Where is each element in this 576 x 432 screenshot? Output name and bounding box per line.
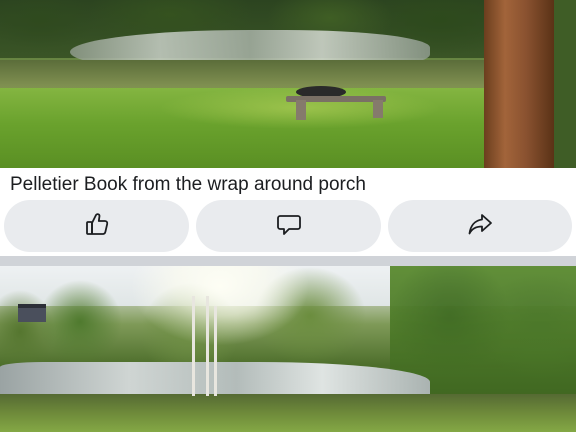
thumbs-up-icon bbox=[83, 210, 111, 243]
birch-trunk bbox=[206, 296, 209, 396]
birch-trunk bbox=[214, 306, 217, 396]
sun-glare bbox=[130, 266, 310, 346]
post-caption: Pelletier Book from the wrap around porc… bbox=[10, 174, 366, 195]
comment-button[interactable] bbox=[196, 200, 381, 252]
porch-post bbox=[484, 0, 554, 168]
bench-leg bbox=[296, 100, 306, 120]
bench-leg bbox=[373, 100, 383, 118]
like-button[interactable] bbox=[4, 200, 189, 252]
post-photo-1[interactable] bbox=[0, 0, 576, 168]
birch-trunk bbox=[192, 296, 195, 396]
porch-edge bbox=[554, 0, 576, 168]
comment-bubble-icon bbox=[275, 210, 303, 243]
post-separator bbox=[0, 256, 576, 266]
post-photo-2[interactable] bbox=[0, 266, 576, 432]
share-button[interactable] bbox=[388, 200, 572, 252]
riverbank bbox=[0, 394, 576, 432]
house bbox=[18, 304, 46, 322]
share-arrow-icon bbox=[466, 210, 494, 243]
